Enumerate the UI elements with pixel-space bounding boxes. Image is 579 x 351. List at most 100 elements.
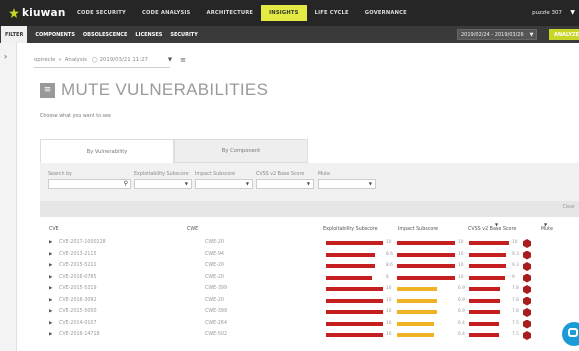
cve-id[interactable]: CVE-2014-0107: [59, 321, 97, 326]
chevron-down-icon: ▼: [529, 31, 534, 38]
chat-icon: [568, 328, 578, 337]
exploitability-bar: [326, 298, 383, 303]
subnav-licenses[interactable]: LICENSES: [135, 32, 162, 38]
search-input[interactable]: ⚲: [48, 179, 131, 189]
expand-row-icon[interactable]: ▶: [49, 263, 52, 268]
expand-row-icon[interactable]: ▶: [49, 321, 52, 326]
nav-insights[interactable]: INSIGHTS: [261, 5, 307, 21]
chevron-down-icon: ▼: [306, 181, 310, 186]
cwe-id[interactable]: CWE-399: [205, 286, 227, 291]
breadcrumb-app[interactable]: opirecle: [34, 57, 55, 63]
exploitability-select[interactable]: ▼: [134, 179, 192, 189]
column-header-cwe[interactable]: CWE: [187, 227, 198, 232]
exploitability-bar: [326, 252, 376, 257]
table-row[interactable]: ▶ CVE-2015-5211 CWE-20 8.6 10 9.3: [40, 261, 579, 273]
expand-row-icon[interactable]: ▶: [49, 275, 52, 280]
table-row[interactable]: ▶ CVE-2013-2115 CWE-94 8.6 10 9.3: [40, 250, 579, 262]
column-header-cve[interactable]: CVE: [49, 227, 59, 232]
cvss-bar: [469, 287, 501, 291]
expand-row-icon[interactable]: ▶: [49, 298, 52, 303]
breadcrumb-section: Analysis: [64, 57, 87, 63]
impact-select[interactable]: ▼: [195, 179, 253, 189]
cve-id[interactable]: CVE-2015-5050: [59, 309, 97, 314]
cwe-id[interactable]: CWE-20: [205, 298, 224, 303]
exploitability-value: 10: [386, 240, 392, 245]
menu-icon[interactable]: ≡: [180, 56, 186, 64]
cve-id[interactable]: CVE-2013-2115: [59, 252, 97, 257]
subnav-obsolescence[interactable]: OBSOLESCENCE: [83, 32, 127, 38]
expand-sidebar-icon[interactable]: ›: [4, 52, 7, 61]
expand-row-icon[interactable]: ▶: [49, 286, 52, 291]
cve-id[interactable]: CVE-2016-3092: [59, 298, 97, 303]
cwe-id[interactable]: CWE-502: [205, 332, 227, 337]
nav-code-security[interactable]: CODE SECURITY: [69, 0, 134, 26]
cvss-value: 7.8: [512, 309, 519, 314]
expand-row-icon[interactable]: ▶: [49, 332, 52, 337]
filter-button[interactable]: FILTER: [1, 26, 28, 43]
severity-hexagon-icon: [523, 331, 531, 340]
cwe-id[interactable]: CWE-20: [205, 240, 224, 245]
cvss-select[interactable]: ▼: [256, 179, 314, 189]
date-range-select[interactable]: 2019/02/24 - 2019/03/26 ▼: [457, 29, 538, 40]
expand-row-icon[interactable]: ▶: [49, 240, 52, 245]
impact-value: 6.9: [458, 309, 465, 314]
exploitability-value: 10: [386, 309, 392, 314]
view-tabs: By Vulnerability By Component: [40, 139, 308, 163]
impact-value: 6.9: [458, 297, 465, 303]
severity-hexagon-icon: [523, 262, 531, 271]
column-header-cvss[interactable]: CVSS v2 Base Score: [468, 227, 516, 232]
chevron-down-icon[interactable]: ▼: [168, 57, 172, 63]
column-header-mute[interactable]: Mute: [541, 227, 553, 232]
cvss-value: 9: [512, 274, 515, 280]
cwe-id[interactable]: CWE-20: [205, 275, 224, 280]
clear-button[interactable]: Clear: [562, 205, 575, 210]
cwe-id[interactable]: CWE-94: [205, 252, 224, 257]
cve-id[interactable]: CVE-2016-0785: [59, 275, 97, 280]
impact-label: Impact Subscore: [195, 172, 236, 177]
mute-select[interactable]: ▼: [318, 179, 376, 189]
analysis-date[interactable]: 2019/03/21 11:27: [100, 57, 148, 63]
subnav-security[interactable]: SECURITY: [170, 32, 198, 38]
cve-id[interactable]: CVE-2016-14718: [59, 332, 100, 337]
app-name: kiuwan: [22, 7, 66, 19]
table-row[interactable]: ▶ CVE-2015-5050 CWE-399 10 6.9 7.8: [40, 307, 579, 319]
cvss-bar: [469, 333, 499, 337]
cve-id[interactable]: CVE-2015-5211: [59, 263, 97, 268]
analyze-button[interactable]: ANALYZE: [549, 29, 579, 40]
table-row[interactable]: ▶ CVE-2014-0107 CWE-264 10 6.4 7.5: [40, 319, 579, 331]
expand-row-icon[interactable]: ▶: [49, 309, 52, 314]
table-row[interactable]: ▶ CVE-2017-1000228 CWE-20 10 10 10: [40, 238, 579, 250]
impact-value: 10: [458, 251, 464, 257]
column-header-impact[interactable]: Impact Subscore: [398, 227, 438, 232]
column-header-exploitability[interactable]: Exploitability Subscore: [323, 227, 378, 232]
chevron-down-icon: ▼: [184, 181, 188, 186]
chat-button[interactable]: [562, 322, 579, 346]
tab-by-vulnerability[interactable]: By Vulnerability: [40, 139, 174, 163]
impact-bar: [397, 321, 435, 326]
user-menu[interactable]: puzzle 307: [532, 0, 562, 26]
sort-desc-icon[interactable]: ▼: [495, 222, 498, 227]
cve-id[interactable]: CVE-2015-5319: [59, 286, 97, 291]
cwe-id[interactable]: CWE-264: [205, 321, 227, 326]
subnav-components[interactable]: COMPONENTS: [35, 32, 75, 38]
tab-by-component[interactable]: By Component: [174, 139, 308, 163]
nav-governance[interactable]: GOVERNANCE: [357, 0, 415, 26]
user-menu-chevron-down-icon[interactable]: ▼: [570, 9, 575, 16]
sort-icon[interactable]: ▼: [544, 222, 547, 227]
exploitability-bar: [326, 321, 383, 326]
impact-bar: [397, 275, 455, 280]
breadcrumb: opirecle » Analysis ◯ 2019/03/21 11:27 ▼…: [34, 56, 186, 64]
cwe-id[interactable]: CWE-20: [205, 263, 224, 268]
table-row[interactable]: ▶ CVE-2016-14718 CWE-502 10 6.4 7.5: [40, 330, 579, 342]
table-row[interactable]: ▶ CVE-2016-3092 CWE-20 10 6.9 7.8: [40, 296, 579, 308]
cwe-id[interactable]: CWE-399: [205, 309, 227, 314]
table-row[interactable]: ▶ CVE-2015-5319 CWE-399 10 6.9 7.8: [40, 284, 579, 296]
nav-code-analysis[interactable]: CODE ANALYSIS: [134, 0, 199, 26]
cve-id[interactable]: CVE-2017-1000228: [59, 240, 106, 245]
nav-life-cycle[interactable]: LIFE CYCLE: [307, 0, 357, 26]
table-row[interactable]: ▶ CVE-2016-0785 CWE-20 8 10 9: [40, 273, 579, 285]
kiuwan-logo[interactable]: kiuwan: [9, 7, 69, 19]
expand-row-icon[interactable]: ▶: [49, 252, 52, 257]
nav-architecture[interactable]: ARCHITECTURE: [199, 0, 262, 26]
chevron-down-icon: ▼: [368, 181, 372, 186]
